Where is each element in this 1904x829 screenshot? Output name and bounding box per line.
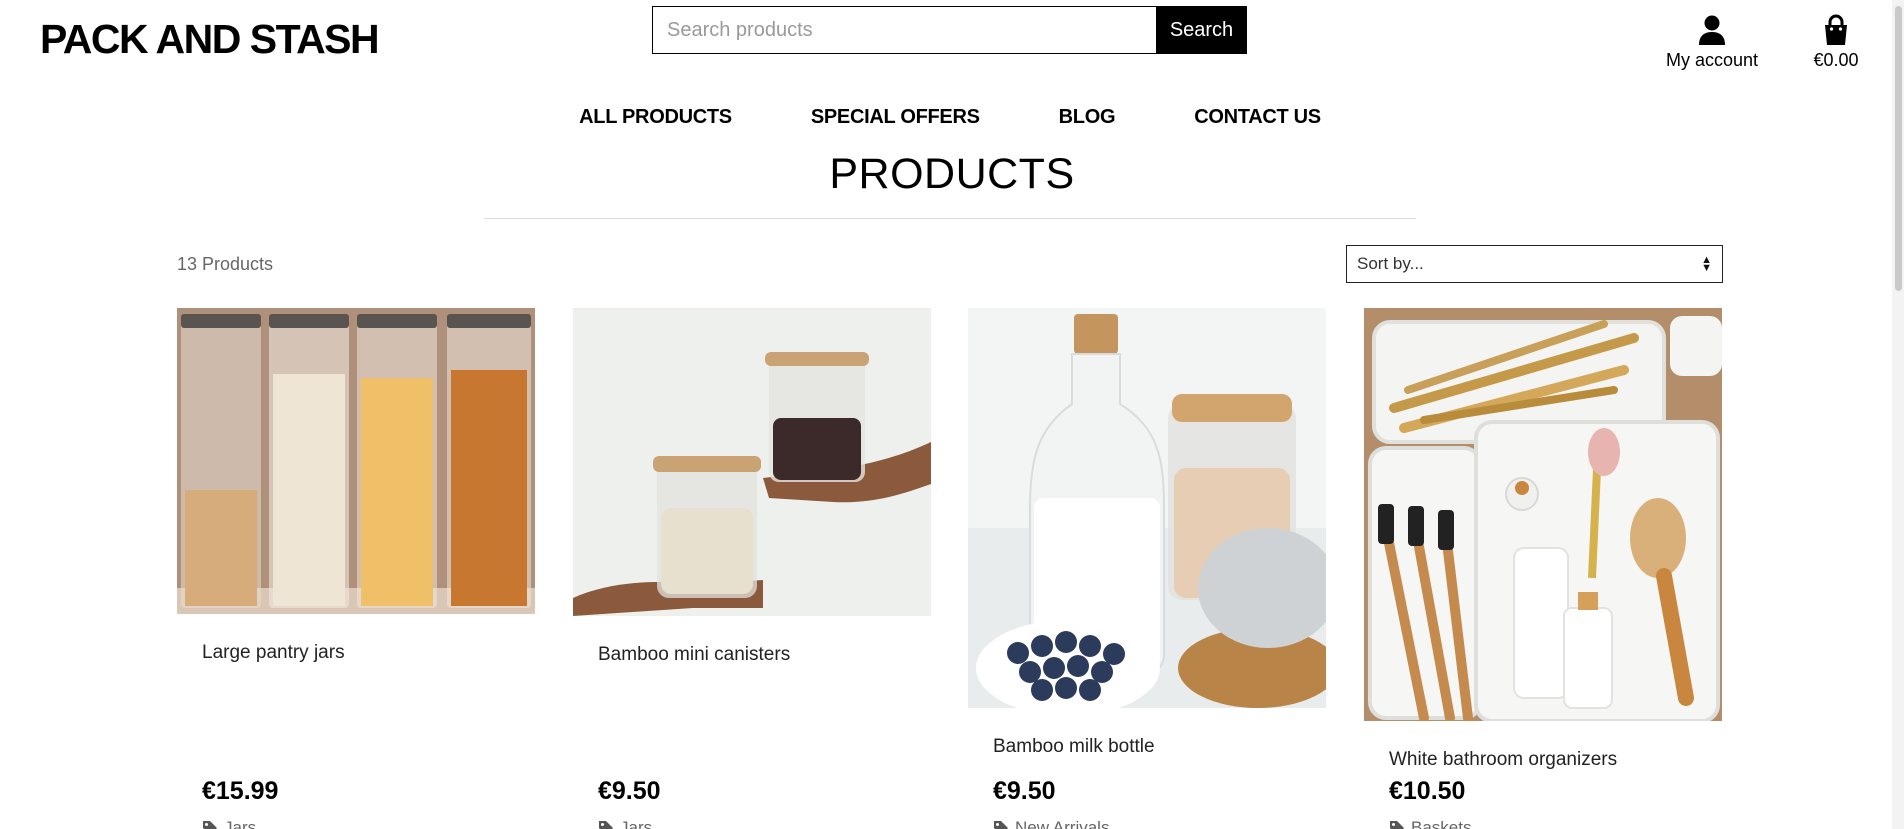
product-card[interactable]: Large pantry jars: [177, 308, 535, 829]
product-category: Baskets: [1411, 818, 1472, 829]
tag-icon: [203, 821, 217, 829]
nav-contact-us[interactable]: CONTACT US: [1194, 106, 1321, 129]
main-nav: ALL PRODUCTS SPECIAL OFFERS BLOG CONTACT…: [0, 106, 1904, 129]
product-price: €9.50: [993, 777, 1056, 805]
sort-arrows-icon: ▲ ▼: [1701, 254, 1712, 274]
product-image[interactable]: [968, 308, 1326, 708]
product-card[interactable]: Bamboo mini canisters: [573, 308, 931, 829]
product-price: €15.99: [202, 777, 279, 805]
sort-selected-value: Sort by...: [1357, 254, 1424, 273]
product-card[interactable]: White bathroom organizers: [1364, 308, 1722, 829]
user-icon: [1699, 15, 1725, 45]
product-name[interactable]: Large pantry jars: [202, 642, 345, 664]
page-title: PRODUCTS: [829, 150, 1075, 198]
product-name[interactable]: Bamboo mini canisters: [598, 644, 790, 666]
product-card[interactable]: Bamboo milk bottle: [968, 308, 1326, 829]
shopping-bag-icon: [1825, 14, 1847, 45]
product-count: 13 Products: [177, 254, 274, 274]
product-image[interactable]: [1364, 308, 1722, 721]
my-account-label: My account: [1665, 50, 1759, 70]
search-form: Search: [652, 6, 1247, 54]
product-category-link[interactable]: Jars: [202, 818, 256, 829]
product-category-link[interactable]: New Arrivals: [993, 818, 1109, 829]
product-category-link[interactable]: Baskets: [1389, 818, 1471, 829]
product-image[interactable]: [573, 308, 931, 616]
product-category: New Arrivals: [1015, 818, 1110, 829]
page-scrollbar[interactable]: [1892, 0, 1904, 829]
search-input[interactable]: [652, 6, 1156, 54]
nav-special-offers[interactable]: SPECIAL OFFERS: [811, 106, 980, 129]
tag-icon: [599, 821, 613, 829]
product-category: Jars: [620, 818, 653, 829]
title-divider: [484, 218, 1416, 219]
tag-icon: [994, 821, 1008, 829]
product-name[interactable]: White bathroom organizers: [1389, 749, 1617, 771]
sort-select[interactable]: Sort by... ▲ ▼: [1346, 245, 1723, 283]
search-button[interactable]: Search: [1156, 6, 1247, 54]
product-category: Jars: [224, 818, 257, 829]
cart-total: €0.00: [1813, 50, 1859, 70]
nav-blog[interactable]: BLOG: [1059, 106, 1116, 129]
scrollbar-thumb[interactable]: [1895, 6, 1902, 291]
product-price: €9.50: [598, 777, 661, 805]
product-category-link[interactable]: Jars: [598, 818, 652, 829]
nav-all-products[interactable]: ALL PRODUCTS: [579, 106, 732, 129]
cart-link[interactable]: €0.00: [1808, 14, 1864, 71]
product-name[interactable]: Bamboo milk bottle: [993, 736, 1155, 758]
product-price: €10.50: [1389, 777, 1466, 805]
product-image[interactable]: [177, 308, 535, 614]
site-logo[interactable]: PACK AND STASH: [40, 16, 380, 63]
tag-icon: [1390, 821, 1404, 829]
my-account-link[interactable]: My account: [1662, 14, 1762, 71]
